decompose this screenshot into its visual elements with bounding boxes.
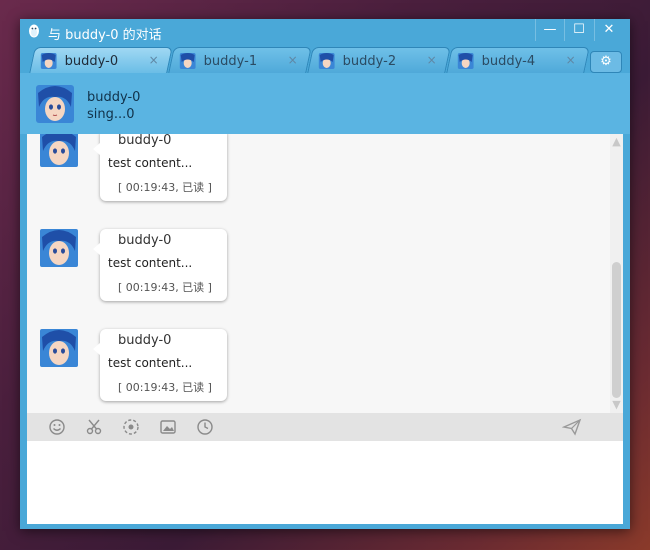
tab-label: buddy-1: [203, 54, 258, 69]
tab-label: buddy-2: [342, 54, 397, 69]
maximize-button[interactable]: ☐: [564, 19, 593, 41]
message-timestamp: [ 00:19:43, 已读 ]: [118, 181, 212, 194]
message-timestamp: [ 00:19:43, 已读 ]: [118, 381, 212, 394]
emoji-icon[interactable]: [47, 417, 67, 437]
message-text: test content...: [108, 156, 193, 170]
image-icon[interactable]: [158, 417, 178, 437]
input-toolbar: [27, 413, 623, 441]
avatar: [179, 53, 196, 69]
message-sender: buddy-0: [118, 333, 172, 348]
scroll-up-icon[interactable]: ▲: [611, 136, 622, 148]
scrollbar[interactable]: ▲ ▼: [610, 134, 623, 413]
contact-name: buddy-0: [87, 90, 141, 105]
contact-header: buddy-0 sing...0: [20, 73, 630, 134]
avatar: [318, 53, 335, 69]
message-list[interactable]: buddy-0 test content... [ 00:19:43, 已读 ]…: [27, 134, 623, 413]
message-bubble: buddy-0 test content... [ 00:19:43, 已读 ]: [93, 229, 227, 301]
tab-label: buddy-0: [64, 54, 119, 69]
screenshot-icon[interactable]: [121, 417, 141, 437]
tab-close-icon[interactable]: ×: [566, 53, 576, 67]
chat-window: 与 buddy-0 的对话 — ☐ ✕ buddy-0 × buddy-1 × …: [20, 19, 630, 529]
tab-bar: buddy-0 × buddy-1 × buddy-2 × buddy-4 ×: [20, 45, 630, 73]
tab-close-icon[interactable]: ×: [427, 53, 437, 67]
message-text: test content...: [108, 356, 193, 370]
avatar: [40, 53, 57, 69]
message-item: buddy-0 test content... [ 00:19:43, 已读 ]: [27, 134, 607, 219]
message-text: test content...: [108, 256, 193, 270]
title-bar[interactable]: 与 buddy-0 的对话 — ☐ ✕: [20, 19, 630, 45]
tab-close-icon[interactable]: ×: [288, 53, 298, 67]
contact-status: sing...0: [87, 107, 135, 122]
message-bubble: buddy-0 test content... [ 00:19:43, 已读 ]: [93, 329, 227, 401]
tab-label: buddy-4: [481, 54, 536, 69]
message-item: buddy-0 test content... [ 00:19:43, 已读 ]: [27, 329, 607, 413]
penguin-app-icon: [29, 24, 39, 38]
history-clock-icon[interactable]: [195, 417, 215, 437]
tab-buddy-1[interactable]: buddy-1 ×: [168, 47, 312, 73]
send-icon[interactable]: [562, 417, 582, 437]
tab-buddy-0[interactable]: buddy-0 ×: [29, 47, 173, 73]
message-item: buddy-0 test content... [ 00:19:43, 已读 ]: [27, 229, 607, 319]
avatar[interactable]: [36, 85, 74, 123]
avatar: [40, 134, 78, 167]
settings-gear-icon[interactable]: ⚙: [590, 51, 622, 73]
minimize-button[interactable]: —: [535, 19, 564, 41]
tab-buddy-2[interactable]: buddy-2 ×: [307, 47, 451, 73]
avatar: [40, 329, 78, 367]
window-title: 与 buddy-0 的对话: [48, 28, 162, 43]
scissors-icon[interactable]: [84, 417, 104, 437]
close-button[interactable]: ✕: [594, 19, 623, 41]
avatar: [40, 229, 78, 267]
tab-buddy-4[interactable]: buddy-4 ×: [446, 47, 590, 73]
scroll-down-icon[interactable]: ▼: [611, 399, 622, 411]
avatar: [457, 53, 474, 69]
message-sender: buddy-0: [118, 134, 172, 148]
tab-close-icon[interactable]: ×: [149, 53, 159, 67]
scrollbar-thumb[interactable]: [612, 262, 621, 398]
message-timestamp: [ 00:19:43, 已读 ]: [118, 281, 212, 294]
message-input[interactable]: [27, 441, 623, 524]
message-sender: buddy-0: [118, 233, 172, 248]
message-bubble: buddy-0 test content... [ 00:19:43, 已读 ]: [93, 134, 227, 201]
